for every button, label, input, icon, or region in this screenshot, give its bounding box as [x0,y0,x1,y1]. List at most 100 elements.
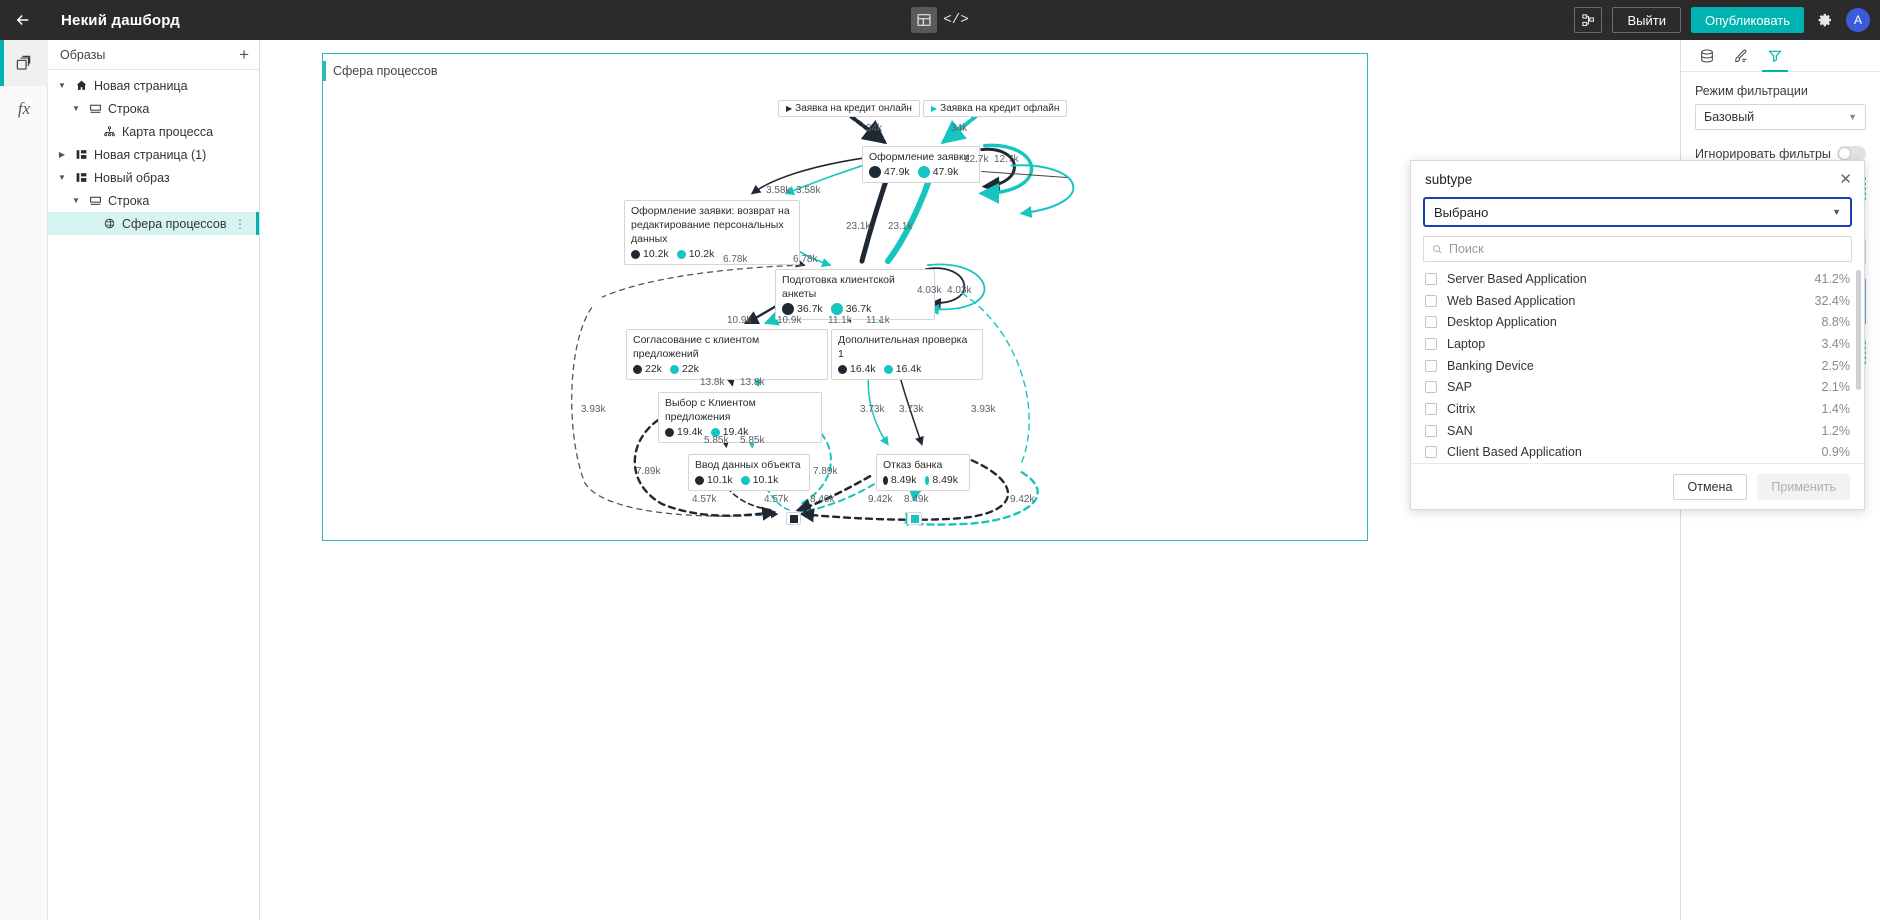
process-node[interactable]: Оформление заявки: возврат на редактиров… [624,200,800,265]
option-checkbox[interactable] [1425,446,1437,459]
option-percentage: 2.1% [1821,380,1851,395]
play-icon: ▶ [786,104,793,113]
tree-item-3[interactable]: Карта процесса [48,120,259,143]
search-icon [1433,244,1442,254]
subtype-option-row[interactable]: Citrix 1.4% [1411,398,1864,420]
subtype-option-row[interactable]: SAP 2.1% [1411,376,1864,398]
process-node[interactable]: Дополнительная проверка 1 16.4k 16.4k [831,329,983,380]
option-percentage: 1.2% [1821,423,1851,438]
tree-item-5[interactable]: ▼ Новый образ [48,166,259,189]
tree-item-1[interactable]: ▼ Новая страница [48,74,259,97]
edge-label: 13.8k [740,377,765,388]
option-checkbox[interactable] [1425,272,1437,285]
process-sphere-widget[interactable]: Сфера процессов ▶ Заявка на кредит онлай… [322,53,1368,541]
subtype-option-row[interactable]: Client Based Application 0.9% [1411,442,1864,464]
subtype-option-row[interactable]: Web Based Application 32.4% [1411,290,1864,312]
tree-item-7[interactable]: Сфера процессов ⋮ [48,212,259,235]
process-node[interactable]: Согласование с клиентом предложений 22k 22… [626,329,828,380]
edge-label: 7.89k [813,466,838,477]
edge-label: 4.03k [917,285,942,296]
logout-button[interactable]: Выйти [1612,7,1681,33]
tree-item-2[interactable]: ▼ Строка [48,97,259,120]
edge-label: 13.8k [700,377,725,388]
process-node[interactable]: Ввод данных объекта 10.1k 10.1k [688,454,810,491]
caret-right-icon[interactable]: ▶ [56,150,68,159]
share-button[interactable] [1574,7,1603,33]
tab-data[interactable] [1699,40,1715,72]
option-checkbox[interactable] [1425,294,1437,307]
settings-button[interactable] [1814,9,1836,31]
option-checkbox[interactable] [1425,337,1437,350]
layout-view-button[interactable] [911,7,937,33]
process-node-label: Оформление заявки [869,151,970,163]
page-title: Некий дашборд [61,11,180,29]
ignore-filters-toggle[interactable] [1837,146,1866,161]
series-dark-dot [883,475,888,485]
caret-down-icon[interactable]: ▼ [70,104,82,113]
tree-item-label: Новая страница (1) [94,147,207,162]
caret-down-icon[interactable]: ▼ [70,196,82,205]
right-panel-tabs [1681,40,1880,72]
subtype-option-list[interactable]: Server Based Application 41.2% Web Based A… [1411,268,1864,463]
option-checkbox[interactable] [1425,402,1437,415]
edge-label: 4.57k [764,494,789,505]
rail-item-formula[interactable]: fx [0,86,48,132]
option-label: Banking Device [1447,358,1534,373]
option-checkbox[interactable] [1425,381,1437,394]
avatar[interactable]: A [1846,8,1870,32]
process-node[interactable]: Отказ банка 8.49k 8.49k [876,454,970,491]
edge-label: 7.89k [636,466,661,477]
process-node[interactable]: Подготовка клиентской анкеты 36.7k 36.7k [775,269,935,320]
apply-button[interactable]: Применить [1757,473,1850,500]
subtype-option-row[interactable]: SAN 1.2% [1411,420,1864,442]
tab-filters[interactable] [1762,40,1788,72]
edge-label: 3.73k [899,404,924,415]
subtype-select[interactable]: Выбрано ▼ [1423,197,1852,227]
subtype-option-row[interactable]: Server Based Application 41.2% [1411,268,1864,290]
option-list-scrollbar[interactable] [1856,270,1861,390]
data-icon [1701,48,1713,63]
start-event-label: Заявка на кредит офлайн [940,103,1060,114]
edge-label: 23.1k [888,221,913,232]
option-checkbox[interactable] [1425,424,1437,437]
code-view-button[interactable]: </> [943,7,969,33]
option-checkbox[interactable] [1425,359,1437,372]
popup-header: subtype ✕ [1411,161,1864,197]
tree-item-6[interactable]: ▼ Строка [48,189,259,212]
subtype-search-input[interactable]: Поиск [1423,236,1852,262]
end-event-marker[interactable] [786,512,801,525]
tree-item-menu-icon[interactable]: ⋮ [234,217,247,231]
subtype-select-value: Выбрано [1434,204,1489,220]
left-rail: fx [0,40,48,920]
subtype-search-placeholder: Поиск [1449,242,1484,256]
series-teal-dot [917,166,930,178]
subtype-option-row[interactable]: Laptop 3.4% [1411,333,1864,355]
filter-mode-select[interactable]: Базовый ▼ [1695,104,1866,130]
tab-style[interactable] [1733,40,1749,72]
cancel-button[interactable]: Отмена [1672,473,1748,500]
process-node[interactable]: Оформление заявки 47.9k 47.9k [862,146,980,183]
end-event-marker[interactable] [907,512,922,525]
edge-label: 10.9k [727,315,752,326]
pages-icon [16,55,30,70]
series-dark-dot [631,249,640,259]
tree-item-label: Сфера процессов [122,216,227,231]
option-label: Client Based Application [1447,445,1582,460]
publish-button[interactable]: Опубликовать [1690,7,1804,33]
filter-mode-value: Базовый [1704,110,1755,124]
option-checkbox[interactable] [1425,316,1437,329]
add-page-button[interactable]: + [239,46,249,63]
close-icon[interactable]: ✕ [1839,172,1852,187]
row-icon [87,194,103,207]
subtype-option-row[interactable]: Desktop Application 8.8% [1411,311,1864,333]
start-event-chip[interactable]: ▶ Заявка на кредит офлайн [923,100,1068,117]
start-event-chip[interactable]: ▶ Заявка на кредит онлайн [778,100,920,117]
end-marker-square [789,514,798,523]
caret-down-icon[interactable]: ▼ [56,81,68,90]
caret-down-icon[interactable]: ▼ [56,173,68,182]
subtype-option-row[interactable]: Banking Device 2.5% [1411,355,1864,377]
option-label: Desktop Application [1447,315,1557,330]
rail-item-pages[interactable] [0,40,48,86]
tree-item-4[interactable]: ▶ Новая страница (1) [48,143,259,166]
back-button[interactable] [0,0,46,40]
